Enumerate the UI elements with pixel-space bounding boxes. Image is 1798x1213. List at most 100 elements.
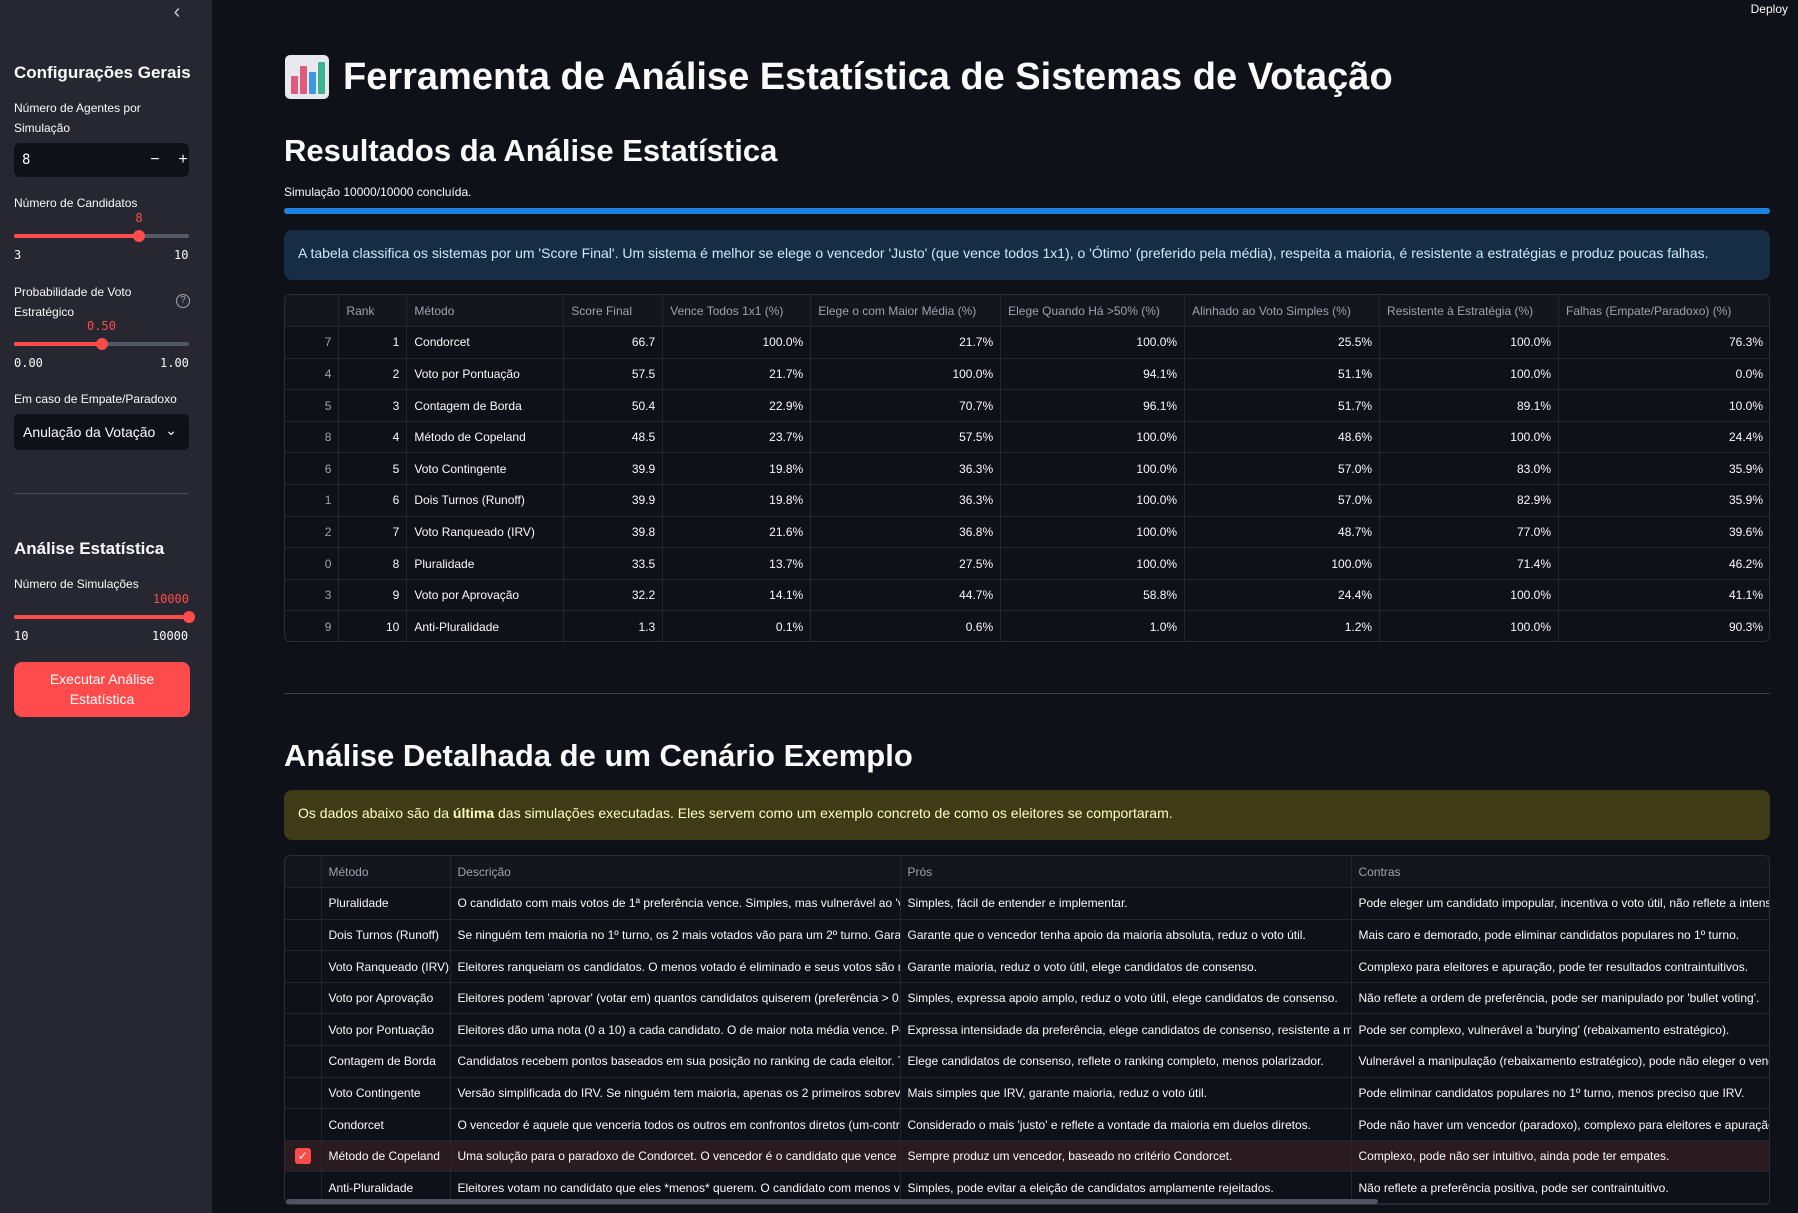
row-selector[interactable] <box>285 919 322 952</box>
table-cell[interactable]: 90.3% <box>1558 610 1769 641</box>
column-header[interactable]: Falhas (Empate/Paradoxo) (%) <box>1558 295 1769 328</box>
column-header[interactable]: Contras <box>1351 856 1769 889</box>
run-analysis-button[interactable]: Executar Análise Estatística <box>14 662 190 717</box>
table-cell[interactable]: 8 <box>285 421 340 454</box>
table-cell[interactable]: 19.8% <box>662 484 812 517</box>
table-cell[interactable]: 8 <box>338 547 408 580</box>
row-selector[interactable]: ✓ <box>285 1140 322 1173</box>
table-cell[interactable]: 2 <box>285 516 340 549</box>
tie-select[interactable]: Anulação da Votação ⌄ <box>14 414 189 450</box>
table-cell[interactable]: Pode eliminar candidatos populares no 1º… <box>1351 1077 1769 1110</box>
table-cell[interactable]: 2 <box>338 358 408 391</box>
table-cell[interactable]: Voto Ranqueado (IRV) <box>321 950 451 983</box>
table-cell[interactable]: 41.1% <box>1558 579 1769 612</box>
table-cell[interactable]: Voto por Aprovação <box>406 579 565 612</box>
table-cell[interactable]: 51.1% <box>1184 358 1381 391</box>
row-selector[interactable] <box>285 1045 322 1078</box>
slider-thumb[interactable] <box>95 338 108 350</box>
agents-value[interactable]: 8 <box>22 152 30 168</box>
table-cell[interactable]: O vencedor é aquele que venceria todos o… <box>450 1108 901 1141</box>
column-header[interactable]: Vence Todos 1x1 (%) <box>662 295 812 328</box>
table-cell[interactable]: 94.1% <box>1000 358 1186 391</box>
table-row[interactable]: Voto Ranqueado (IRV) Eleitores ranqueiam … <box>285 950 1769 983</box>
table-row[interactable]: Dois Turnos (Runoff) Se ninguém tem maior… <box>285 919 1769 952</box>
table-cell[interactable]: Dois Turnos (Runoff) <box>406 484 565 517</box>
table-cell[interactable]: 9 <box>338 579 408 612</box>
table-cell[interactable]: 0 <box>285 547 340 580</box>
table-cell[interactable]: 96.1% <box>1000 389 1186 422</box>
table-cell[interactable]: Pluralidade <box>406 547 565 580</box>
table-cell[interactable]: Considerado o mais 'justo' e reflete a v… <box>900 1108 1352 1141</box>
table-cell[interactable]: 10 <box>338 610 408 641</box>
table-cell[interactable]: Simples, expressa apoio amplo, reduz o v… <box>900 982 1352 1015</box>
table-cell[interactable]: Garante que o vencedor tenha apoio da ma… <box>900 919 1352 952</box>
table-cell[interactable]: 100.0% <box>1184 547 1381 580</box>
table-cell[interactable]: 4 <box>338 421 408 454</box>
table-cell[interactable]: Método de Copeland <box>406 421 565 454</box>
table-cell[interactable]: 100.0% <box>662 326 812 359</box>
row-selector[interactable] <box>285 1077 322 1110</box>
table-cell[interactable]: 7 <box>338 516 408 549</box>
table-cell[interactable]: Pode ser complexo, vulnerável a 'burying… <box>1351 1013 1769 1047</box>
decrement-button[interactable]: − <box>145 150 165 170</box>
table-cell[interactable]: Pode eleger um candidato impopular, ince… <box>1351 887 1769 920</box>
table-cell[interactable]: 0.6% <box>810 610 1002 641</box>
table-cell[interactable]: 35.9% <box>1558 452 1769 486</box>
table-cell[interactable]: Pluralidade <box>321 887 451 920</box>
table-cell[interactable]: 33.5 <box>563 547 664 580</box>
table-cell[interactable]: Voto por Aprovação <box>321 982 451 1015</box>
table-cell[interactable]: 36.8% <box>810 516 1002 549</box>
slider-thumb[interactable] <box>132 230 145 242</box>
table-cell[interactable]: 39.8 <box>563 516 664 549</box>
table-cell[interactable]: 23.7% <box>662 421 812 454</box>
column-header[interactable]: Score Final <box>563 295 664 328</box>
table-cell[interactable]: 89.1% <box>1379 389 1559 422</box>
table-cell[interactable]: Candidatos recebem pontos baseados em su… <box>450 1045 901 1078</box>
table-cell[interactable]: 58.8% <box>1000 579 1186 612</box>
table-cell[interactable]: 100.0% <box>1000 421 1186 454</box>
table-cell[interactable]: Eleitores dão uma nota (0 a 10) a cada c… <box>450 1013 901 1047</box>
table-row[interactable]: 5 3 Contagem de Borda 50.4 22.9% 70.7% 96.1% 51… <box>285 389 1769 422</box>
table-row[interactable]: 0 8 Pluralidade 33.5 13.7% 27.5% 100.0% 100.0% 7… <box>285 547 1769 580</box>
column-header[interactable]: Método <box>321 856 451 889</box>
table-cell[interactable]: Elege candidatos de consenso, reflete o … <box>900 1045 1352 1078</box>
column-header[interactable]: Resistente à Estratégia (%) <box>1379 295 1559 328</box>
table-cell[interactable]: Condorcet <box>406 326 565 359</box>
table-cell[interactable]: Não reflete a ordem de preferência, pode… <box>1351 982 1769 1015</box>
column-header[interactable]: Método <box>406 295 565 328</box>
results-table[interactable]: Rank Método Score Final Vence Todos 1x1 (%)… <box>284 294 1770 642</box>
table-cell[interactable]: 57.0% <box>1184 484 1381 517</box>
table-cell[interactable]: 39.9 <box>563 452 664 486</box>
table-cell[interactable]: 35.9% <box>1558 484 1769 517</box>
table-cell[interactable]: 21.7% <box>662 358 812 391</box>
column-header[interactable]: Alinhado ao Voto Simples (%) <box>1184 295 1381 328</box>
methods-table[interactable]: Método Descrição Prós Contras Pluralidade O … <box>284 855 1770 1205</box>
table-row[interactable]: 8 4 Método de Copeland 48.5 23.7% 57.5% 100.0%… <box>285 421 1769 454</box>
table-cell[interactable]: 21.7% <box>810 326 1002 359</box>
table-cell[interactable]: Mais caro e demorado, pode eliminar cand… <box>1351 919 1769 952</box>
table-cell[interactable]: 82.9% <box>1379 484 1559 517</box>
table-row[interactable]: Voto por Pontuação Eleitores dão uma nota… <box>285 1013 1769 1047</box>
table-cell[interactable]: 48.6% <box>1184 421 1381 454</box>
strategic-slider[interactable]: 0.50 <box>14 319 189 350</box>
sims-slider[interactable]: 10000 <box>14 592 195 623</box>
table-cell[interactable]: Sempre produz um vencedor, baseado no cr… <box>900 1140 1352 1173</box>
table-cell[interactable]: 100.0% <box>1000 484 1186 517</box>
table-cell[interactable]: 1 <box>285 484 340 517</box>
table-cell[interactable]: 70.7% <box>810 389 1002 422</box>
table-cell[interactable]: Contagem de Borda <box>321 1045 451 1078</box>
table-cell[interactable]: 77.0% <box>1379 516 1559 549</box>
table-cell[interactable]: 24.4% <box>1558 421 1769 454</box>
table-cell[interactable]: Garante maioria, reduz o voto útil, eleg… <box>900 950 1352 983</box>
table-cell[interactable]: 27.5% <box>810 547 1002 580</box>
table-cell[interactable]: 48.7% <box>1184 516 1381 549</box>
table-cell[interactable]: 51.7% <box>1184 389 1381 422</box>
table-row[interactable]: ✓ Método de Copeland Uma solução para o pa… <box>285 1140 1769 1173</box>
table-cell[interactable]: 100.0% <box>1379 358 1559 391</box>
table-row[interactable]: 7 1 Condorcet 66.7 100.0% 21.7% 100.0% 25.5% 100… <box>285 326 1769 359</box>
table-cell[interactable]: 100.0% <box>1000 516 1186 549</box>
table-row[interactable]: 3 9 Voto por Aprovação 32.2 14.1% 44.7% 58.8% 2… <box>285 579 1769 612</box>
table-cell[interactable]: 100.0% <box>1379 610 1559 641</box>
table-cell[interactable]: 7 <box>285 326 340 359</box>
table-cell[interactable]: O candidato com mais votos de 1ª preferê… <box>450 887 901 920</box>
